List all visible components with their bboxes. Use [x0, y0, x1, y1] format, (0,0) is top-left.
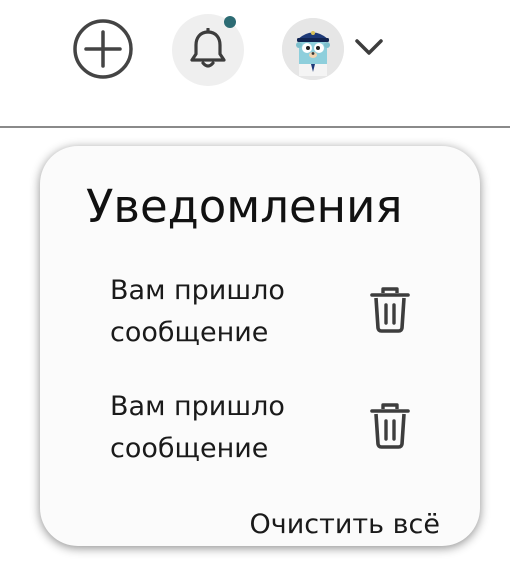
delete-notification-button[interactable] [368, 286, 412, 334]
notifications-button[interactable] [172, 14, 244, 86]
notification-line: Вам пришло [110, 391, 285, 422]
notification-item: Вам пришло сообщение [110, 386, 450, 476]
trash-icon [370, 403, 410, 449]
avatar [282, 18, 344, 80]
plus-circle-icon [73, 19, 133, 79]
notifications-title: Уведомления [86, 180, 403, 233]
delete-notification-button[interactable] [368, 402, 412, 450]
notification-line: сообщение [110, 433, 269, 464]
notification-line: сообщение [110, 317, 269, 348]
chevron-down-icon [355, 39, 383, 55]
unread-dot [224, 16, 236, 28]
profile-menu-button[interactable] [282, 18, 392, 80]
notification-item: Вам пришло сообщение [110, 270, 450, 360]
notifications-dropdown: Уведомления Вам пришло сообщение Вам при… [40, 146, 480, 546]
bell-icon [190, 28, 226, 68]
page: Уведомления Вам пришло сообщение Вам при… [0, 0, 510, 572]
header-divider [0, 126, 510, 128]
top-bar [0, 0, 510, 126]
clear-all-link[interactable]: Очистить всё [250, 509, 440, 540]
notification-line: Вам пришло [110, 275, 285, 306]
notification-text: Вам пришло сообщение [110, 386, 340, 470]
notification-text: Вам пришло сообщение [110, 270, 340, 354]
gopher-avatar [282, 18, 344, 80]
add-button[interactable] [72, 18, 134, 80]
trash-icon [370, 287, 410, 333]
